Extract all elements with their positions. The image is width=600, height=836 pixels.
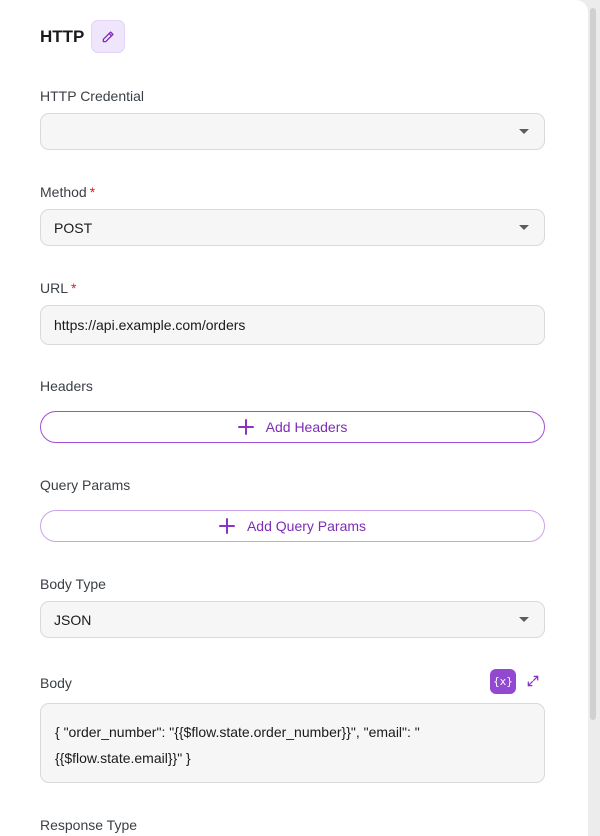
query-params-label: Query Params xyxy=(40,477,131,493)
insert-variable-button[interactable]: {x} xyxy=(490,669,516,694)
plus-icon xyxy=(237,419,254,435)
add-headers-label: Add Headers xyxy=(265,419,348,435)
credential-label: HTTP Credential xyxy=(40,88,145,104)
method-value: POST xyxy=(54,219,93,236)
body-type-value: JSON xyxy=(54,611,92,628)
chevron-down-icon xyxy=(519,129,529,134)
body-editor[interactable]: { "order_number": "{{$flow.state.order_n… xyxy=(40,703,545,783)
plus-icon xyxy=(218,518,235,534)
http-node-panel: HTTP HTTP Credential Method * POST URL * H… xyxy=(0,0,588,836)
panel-title: HTTP xyxy=(40,27,85,46)
chevron-down-icon xyxy=(519,225,529,230)
add-query-params-label: Add Query Params xyxy=(246,518,367,534)
add-query-params-button[interactable]: Add Query Params xyxy=(40,510,545,542)
method-select[interactable]: POST xyxy=(40,209,545,246)
required-marker: * xyxy=(71,280,77,296)
method-label: Method * xyxy=(40,184,96,200)
variable-icon: {x} xyxy=(493,675,513,688)
url-input[interactable] xyxy=(40,305,545,345)
body-label: Body xyxy=(40,675,72,691)
scrollbar-thumb[interactable] xyxy=(590,8,596,720)
required-marker: * xyxy=(89,184,96,200)
expand-editor-button[interactable] xyxy=(524,672,542,690)
expand-icon xyxy=(527,675,539,687)
body-type-label: Body Type xyxy=(40,576,106,592)
pencil-icon xyxy=(102,30,114,42)
response-type-label: Response Type xyxy=(40,817,138,833)
body-type-select[interactable]: JSON xyxy=(40,601,545,638)
edit-title-button[interactable] xyxy=(91,20,125,53)
chevron-down-icon xyxy=(519,617,529,622)
credential-select[interactable] xyxy=(40,113,545,150)
url-label: URL * xyxy=(40,280,77,296)
add-headers-button[interactable]: Add Headers xyxy=(40,411,545,443)
headers-label: Headers xyxy=(40,378,93,394)
